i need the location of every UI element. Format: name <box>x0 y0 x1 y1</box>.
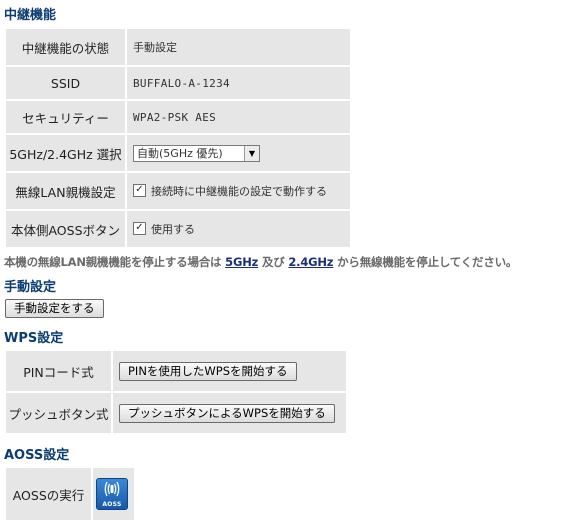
repeater-section-title: 中継機能 <box>4 8 57 23</box>
aoss-section-title: AOSS設定 <box>4 448 70 463</box>
wps-push-start-button[interactable]: プッシュボタンによるWPSを開始する <box>119 403 335 423</box>
ap-setting-label: 無線LAN親機設定 <box>6 173 125 209</box>
table-row: 本体側AOSSボタン ✓ 使用する <box>6 211 350 247</box>
ssid-label: SSID <box>6 67 125 99</box>
table-row: プッシュボタン式 プッシュボタンによるWPSを開始する <box>6 393 346 433</box>
aoss-icon-text: AOSS <box>102 501 122 508</box>
repeater-settings-table: 中継機能の状態 手動設定 SSID BUFFALO-A-1234 セキュリティー… <box>4 27 352 249</box>
stop-ap-notice: 本機の無線LAN親機機能を停止する場合は 5GHz 及び 2.4GHz から無線… <box>4 254 517 270</box>
repeater-status-label: 中継機能の状態 <box>6 29 125 65</box>
band-select[interactable]: 自動(5GHz 優先) ▼ <box>133 144 260 162</box>
repeater-status-value: 手動設定 <box>127 29 350 65</box>
aoss-button-checkbox[interactable]: ✓ <box>133 221 146 235</box>
wps-section-title: WPS設定 <box>4 331 64 346</box>
wps-pin-start-button[interactable]: PINを使用したWPSを開始する <box>119 361 297 381</box>
link-24ghz[interactable]: 2.4GHz <box>288 255 333 269</box>
band-select-label: 5GHz/2.4GHz 選択 <box>6 135 125 171</box>
table-row: SSID BUFFALO-A-1234 <box>6 67 350 99</box>
aoss-table: AOSSの実行 AOSS <box>4 466 136 522</box>
table-row: 無線LAN親機設定 ✓ 接続時に中継機能の設定で動作する <box>6 173 350 209</box>
link-5ghz[interactable]: 5GHz <box>225 255 258 269</box>
wps-table: PINコード式 PINを使用したWPSを開始する プッシュボタン式 プッシュボタ… <box>4 349 348 435</box>
aoss-button-checkbox-label[interactable]: 使用する <box>151 223 195 236</box>
aoss-button-label: 本体側AOSSボタン <box>6 211 125 247</box>
aoss-wireless-icon[interactable]: AOSS <box>96 478 128 510</box>
table-row: AOSSの実行 AOSS <box>6 468 134 520</box>
notice-prefix: 本機の無線LAN親機機能を停止する場合は <box>4 255 222 269</box>
wireless-waves-icon <box>104 481 120 497</box>
ssid-value: BUFFALO-A-1234 <box>127 67 350 99</box>
table-row: 中継機能の状態 手動設定 <box>6 29 350 65</box>
band-select-value: 自動(5GHz 優先) <box>137 146 223 160</box>
notice-suffix: から無線機能を停止してください。 <box>337 255 518 269</box>
security-value: WPA2-PSK AES <box>127 101 350 133</box>
security-label: セキュリティー <box>6 101 125 133</box>
manual-section-title: 手動設定 <box>4 280 57 295</box>
table-row: セキュリティー WPA2-PSK AES <box>6 101 350 133</box>
table-row: 5GHz/2.4GHz 選択 自動(5GHz 優先) ▼ <box>6 135 350 171</box>
ap-setting-checkbox[interactable]: ✓ <box>133 183 146 197</box>
wps-pin-label: PINコード式 <box>6 351 111 391</box>
wps-push-label: プッシュボタン式 <box>6 393 111 433</box>
aoss-run-label: AOSSの実行 <box>6 468 91 520</box>
ap-setting-checkbox-label[interactable]: 接続時に中継機能の設定で動作する <box>151 185 327 198</box>
chevron-down-icon[interactable]: ▼ <box>244 145 259 161</box>
manual-setting-button[interactable]: 手動設定をする <box>5 299 104 318</box>
table-row: PINコード式 PINを使用したWPSを開始する <box>6 351 346 391</box>
notice-middle: 及び <box>261 255 285 269</box>
